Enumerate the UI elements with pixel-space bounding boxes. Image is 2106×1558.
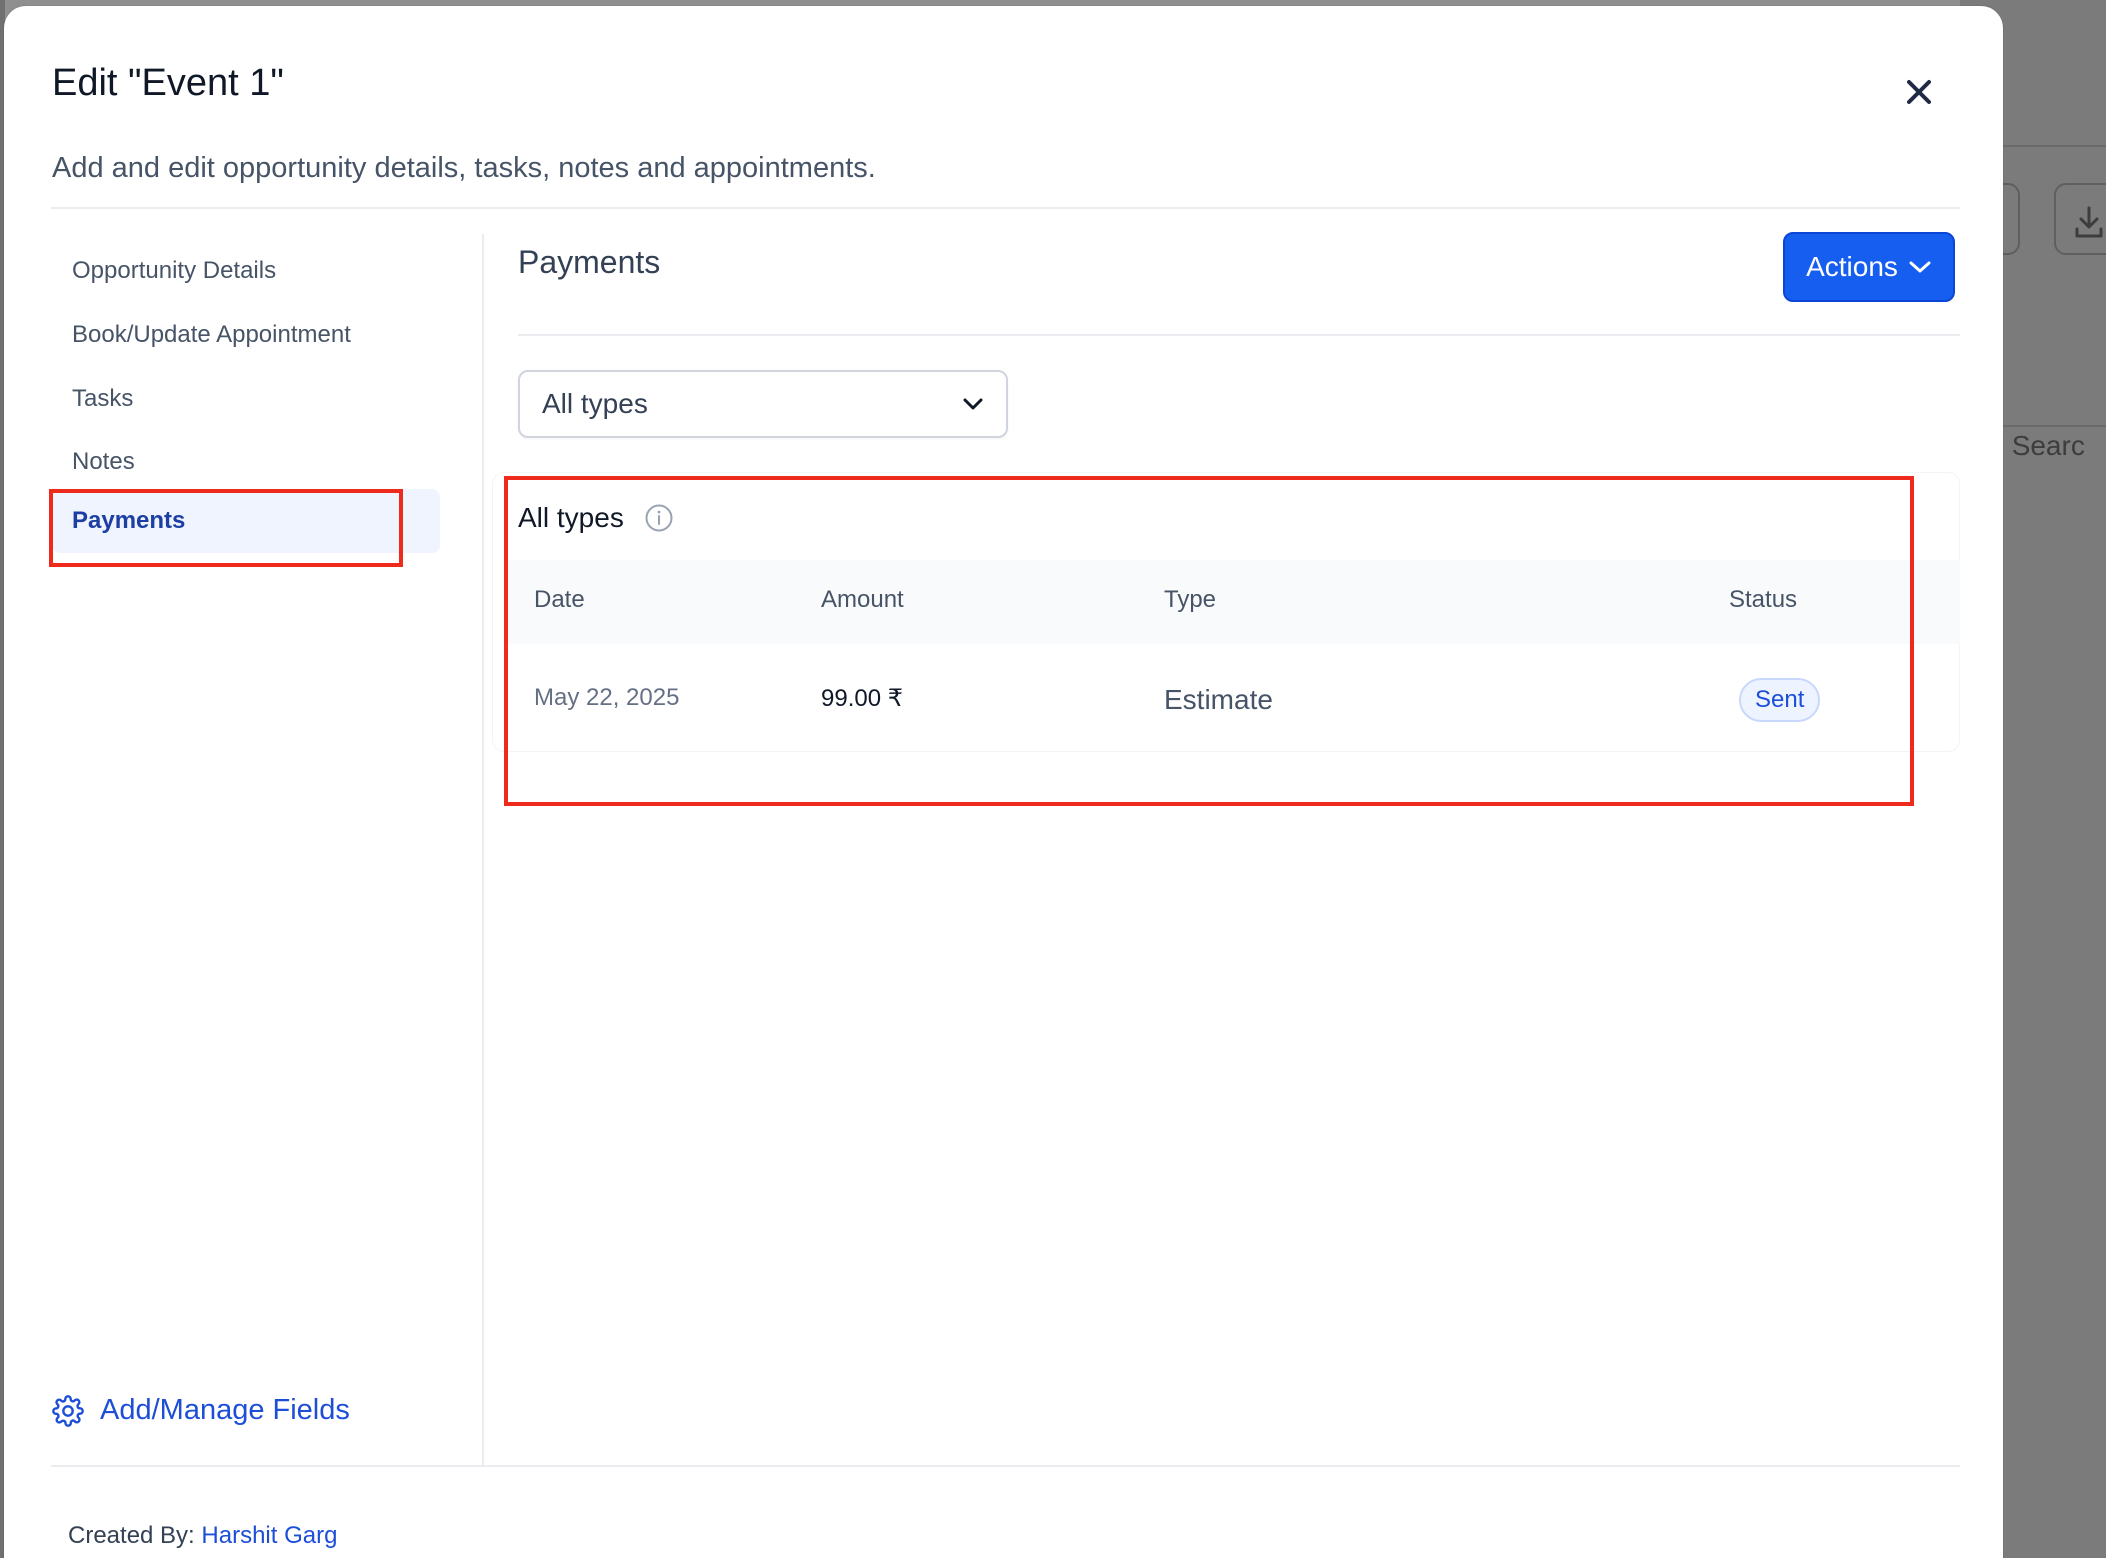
content-divider — [518, 334, 1960, 336]
footer-divider — [51, 1465, 1960, 1467]
edit-opportunity-modal: Edit "Event 1" Add and edit opportunity … — [4, 6, 2003, 1558]
sidebar-divider — [482, 234, 484, 1466]
chevron-down-icon — [1909, 261, 1931, 273]
divider — [51, 207, 1960, 209]
cell-type: Estimate — [1164, 684, 1273, 715]
background-search-label: Searc — [2011, 430, 2085, 461]
created-by-label: Created By: — [68, 1522, 195, 1549]
close-icon — [1907, 80, 1931, 104]
cell-amount: 99.00 ₹ — [821, 685, 903, 712]
actions-button-label: Actions — [1806, 251, 1898, 282]
cell-date: May 22, 2025 — [534, 684, 680, 711]
modal-subtitle: Add and edit opportunity details, tasks,… — [52, 152, 876, 184]
sidebar-item-payments[interactable]: Payments — [52, 489, 440, 553]
created-by: Created By: Harshit Garg — [68, 1522, 337, 1550]
info-icon[interactable] — [644, 503, 674, 533]
sidebar-item-tasks[interactable]: Tasks — [52, 368, 440, 430]
card-title: All types — [518, 502, 674, 534]
background-download-button — [2054, 183, 2106, 255]
gear-icon — [52, 1394, 84, 1427]
created-by-user-link[interactable]: Harshit Garg — [201, 1522, 337, 1549]
chevron-down-icon — [963, 398, 983, 410]
sidebar-item-book-update-appointment[interactable]: Book/Update Appointment — [52, 304, 440, 366]
type-filter-select[interactable]: All types — [518, 370, 1008, 438]
status-badge: Sent — [1739, 678, 1821, 722]
close-button[interactable] — [1899, 72, 1939, 112]
column-header-date[interactable]: Date — [534, 586, 585, 614]
type-filter-value: All types — [542, 388, 648, 419]
section-title: Payments — [518, 244, 661, 280]
add-manage-fields-link[interactable]: Add/Manage Fields — [52, 1394, 350, 1427]
card-title-label: All types — [518, 502, 624, 533]
column-header-type[interactable]: Type — [1164, 586, 1216, 614]
column-header-status[interactable]: Status — [1729, 586, 1797, 614]
download-icon — [2075, 206, 2103, 238]
sidebar-item-notes[interactable]: Notes — [52, 431, 440, 493]
actions-button[interactable]: Actions — [1783, 232, 1955, 302]
sidebar-item-opportunity-details[interactable]: Opportunity Details — [52, 240, 440, 302]
modal-title: Edit "Event 1" — [52, 62, 284, 104]
add-manage-fields-label: Add/Manage Fields — [100, 1394, 350, 1426]
column-header-amount[interactable]: Amount — [821, 586, 904, 614]
